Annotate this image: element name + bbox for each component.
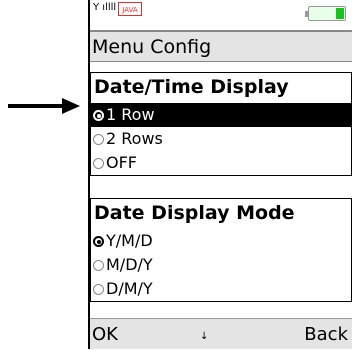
radio-empty-icon bbox=[93, 158, 104, 169]
option-label: 2 Rows bbox=[106, 129, 163, 148]
signal-strength-icon: Y ıllll bbox=[93, 2, 117, 13]
softkey-bar: OK ↓ Back bbox=[90, 318, 352, 349]
ok-softkey[interactable]: OK bbox=[92, 324, 118, 345]
option-dmy[interactable]: D/M/Y bbox=[91, 277, 351, 301]
option-2-rows[interactable]: 2 Rows bbox=[91, 127, 351, 151]
section-heading: Date Display Mode bbox=[94, 202, 295, 224]
phone-screen: Y ıllll JAVA Menu Config Date/Time Displ… bbox=[88, 0, 352, 349]
scroll-down-icon: ↓ bbox=[200, 331, 209, 342]
option-label: Y/M/D bbox=[106, 231, 153, 250]
option-off[interactable]: OFF bbox=[91, 151, 351, 175]
pointer-arrow-icon bbox=[8, 98, 80, 114]
option-1-row[interactable]: 1 Row bbox=[91, 103, 351, 127]
java-badge: JAVA bbox=[118, 2, 142, 16]
date-time-display-section: Date/Time Display 1 Row 2 Rows OFF bbox=[90, 72, 352, 176]
option-label: M/D/Y bbox=[106, 255, 153, 274]
option-ymd[interactable]: Y/M/D bbox=[91, 229, 351, 253]
option-label: OFF bbox=[106, 153, 137, 172]
radio-selected-icon bbox=[93, 110, 104, 121]
option-mdy[interactable]: M/D/Y bbox=[91, 253, 351, 277]
status-bar: Y ıllll JAVA bbox=[90, 0, 352, 28]
page-title-bar: Menu Config bbox=[90, 30, 352, 62]
page-title: Menu Config bbox=[92, 36, 212, 58]
radio-empty-icon bbox=[93, 134, 104, 145]
option-label: 1 Row bbox=[106, 105, 155, 124]
radio-empty-icon bbox=[93, 284, 104, 295]
section-heading: Date/Time Display bbox=[94, 76, 289, 98]
date-display-mode-section: Date Display Mode Y/M/D M/D/Y D/M/Y bbox=[90, 198, 352, 302]
radio-empty-icon bbox=[93, 260, 104, 271]
option-label: D/M/Y bbox=[106, 279, 153, 298]
battery-icon bbox=[305, 6, 346, 21]
radio-selected-icon bbox=[93, 236, 104, 247]
back-softkey[interactable]: Back bbox=[304, 324, 348, 345]
